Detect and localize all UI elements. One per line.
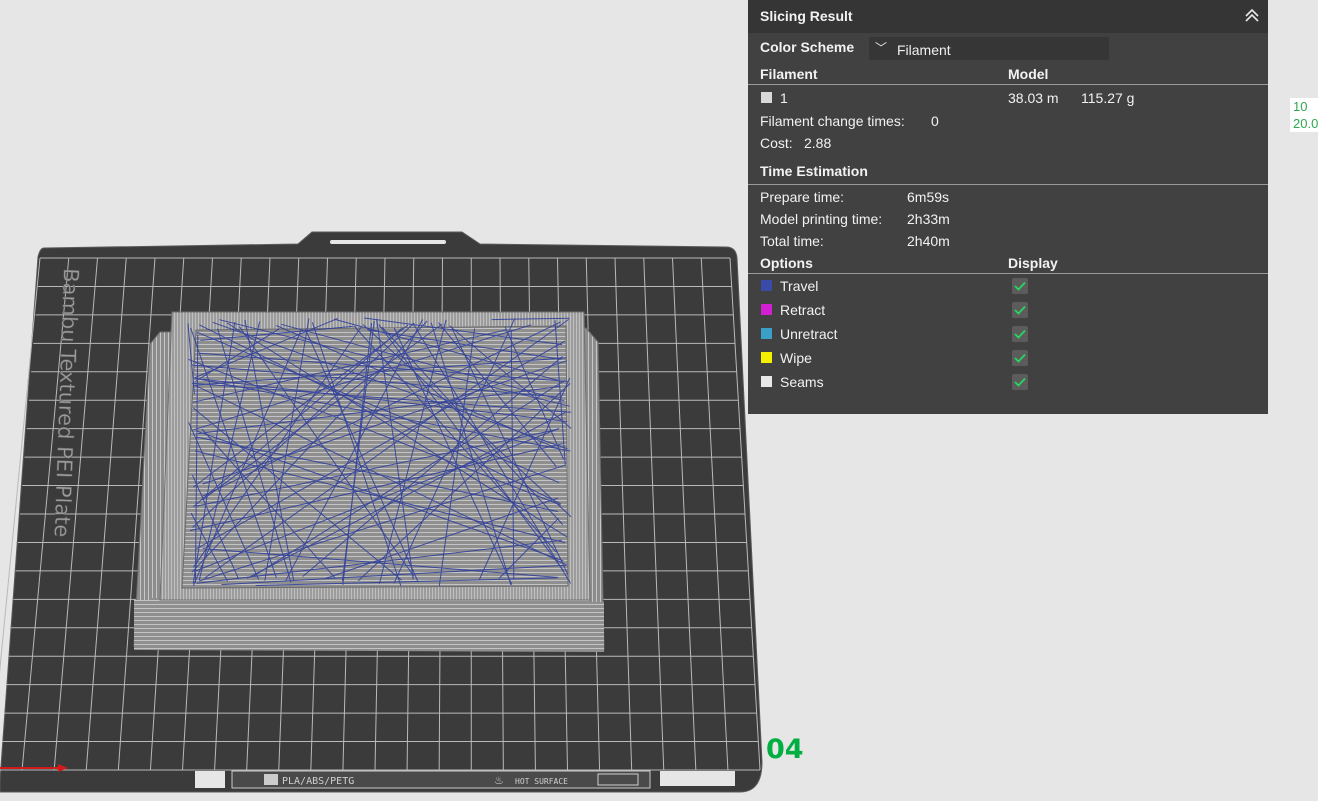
panel-title: Slicing Result [760, 8, 853, 24]
color-scheme-value: Filament [897, 42, 951, 58]
model-header: Model [1008, 66, 1049, 82]
model-front-face [136, 598, 604, 642]
travel-swatch [761, 280, 772, 291]
option-row-seams: Seams [748, 370, 1268, 394]
slicing-result-panel: Slicing Result Color Scheme ﹀ Filament F… [748, 0, 1268, 414]
change-times-label: Filament change times: [760, 113, 905, 129]
wipe-swatch [761, 352, 772, 363]
filament-index: 1 [780, 90, 788, 106]
wipe-display-checkbox[interactable] [1012, 350, 1028, 366]
seams-swatch [761, 376, 772, 387]
retract-swatch [761, 304, 772, 315]
change-times-row: Filament change times: 0 [748, 109, 1268, 131]
hot-surface-label: HOT SURFACE [515, 777, 568, 786]
bottom-notch-right [660, 771, 735, 786]
plate-handle [330, 240, 446, 244]
option-label-unretract: Unretract [780, 326, 838, 342]
prepare-time-label: Prepare time: [760, 189, 845, 205]
option-label-wipe: Wipe [780, 350, 812, 366]
filament-row: 1 38.03 m 115.27 g [748, 85, 1268, 109]
filament-header-row: Filament Model [748, 63, 1268, 85]
option-row-wipe: Wipe [748, 346, 1268, 370]
cost-label: Cost: [760, 135, 793, 151]
edge-value-1: 10 [1293, 99, 1308, 114]
color-scheme-row: Color Scheme ﹀ Filament [748, 33, 1268, 63]
time-estimation-header-row: Time Estimation [748, 159, 1268, 185]
model-print-time-label: Model printing time: [760, 211, 883, 227]
options-header: Options [760, 255, 813, 271]
time-estimation-header: Time Estimation [760, 163, 868, 179]
model-print-time-row: Model printing time: 2h33m [748, 207, 1268, 229]
hot-surface-icon: ♨ [494, 774, 504, 787]
model-print-time-value: 2h33m [907, 211, 950, 227]
filament-length: 38.03 m [1008, 90, 1059, 106]
total-time-value: 2h40m [907, 233, 950, 249]
option-row-unretract: Unretract [748, 322, 1268, 346]
edge-value-2: 20.0 [1293, 116, 1318, 131]
panel-header: Slicing Result [748, 0, 1268, 33]
unretract-swatch [761, 328, 772, 339]
color-scheme-dropdown[interactable]: ﹀ Filament [869, 37, 1109, 60]
options-list: Travel Retract Unretract Wipe Seams [748, 274, 1268, 394]
plate-number: 04 [766, 734, 804, 765]
option-label-seams: Seams [780, 374, 824, 390]
cost-row: Cost: 2.88 [748, 131, 1268, 153]
chevron-down-icon: ﹀ [875, 41, 888, 55]
options-header-row: Options Display [748, 251, 1268, 274]
option-label-travel: Travel [780, 278, 819, 294]
filament-weight: 115.27 g [1081, 90, 1135, 106]
total-time-row: Total time: 2h40m [748, 229, 1268, 251]
cost-value: 2.88 [804, 135, 832, 151]
total-time-label: Total time: [760, 233, 824, 249]
material-icon [264, 774, 278, 785]
material-label: PLA/ABS/PETG [282, 776, 354, 787]
color-scheme-label: Color Scheme [760, 39, 855, 55]
prepare-time-row: Prepare time: 6m59s [748, 185, 1268, 207]
option-label-retract: Retract [780, 302, 826, 318]
option-row-retract: Retract [748, 298, 1268, 322]
travel-display-checkbox[interactable] [1012, 278, 1028, 294]
prepare-time-value: 6m59s [907, 189, 950, 205]
option-row-travel: Travel [748, 274, 1268, 298]
display-header: Display [1008, 255, 1058, 271]
bottom-notch-left [195, 771, 225, 788]
unretract-display-checkbox[interactable] [1012, 326, 1028, 342]
collapse-icon[interactable] [1242, 6, 1262, 26]
seams-display-checkbox[interactable] [1012, 374, 1028, 390]
filament-header: Filament [760, 66, 818, 82]
retract-display-checkbox[interactable] [1012, 302, 1028, 318]
filament-swatch [761, 92, 772, 103]
edge-readout: 10 20.0 [1290, 98, 1318, 132]
change-times-value: 0 [931, 113, 939, 129]
